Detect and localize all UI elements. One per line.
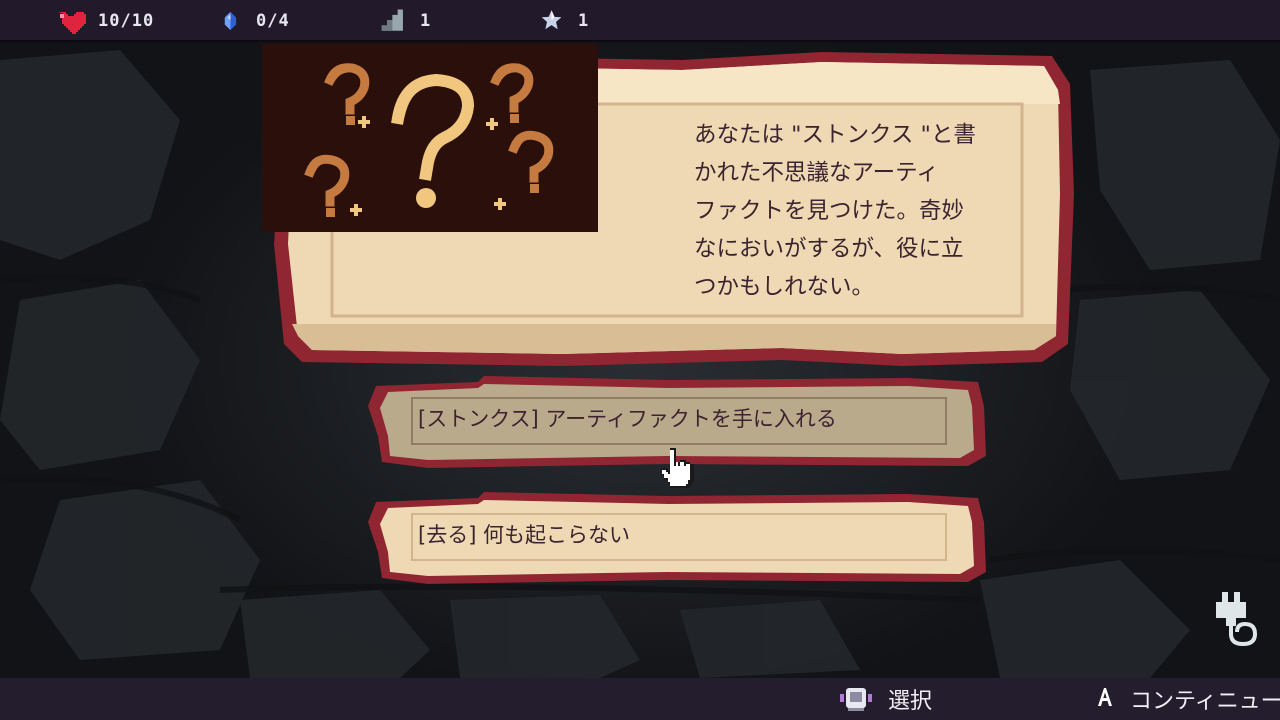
continue-label: コンティニュー <box>1130 689 1280 714</box>
star-icon <box>541 10 562 30</box>
stairs-icon <box>381 9 403 31</box>
hand-pointer-icon <box>662 448 694 488</box>
star-value: 1 <box>578 11 590 31</box>
heart-icon <box>58 12 86 34</box>
health-value: 10/10 <box>98 11 155 31</box>
bottom-hint-bar: 選択 コンティニュー <box>0 678 1280 720</box>
top-hud: 10/10 0/4 1 1 <box>0 0 1280 42</box>
crystal-icon <box>224 11 237 31</box>
crystal-value: 0/4 <box>256 11 290 31</box>
health-stat: 10/10 <box>54 6 154 36</box>
select-label: 選択 <box>888 689 933 714</box>
floor-stat: 1 <box>380 6 431 36</box>
dpad-icon <box>840 688 872 711</box>
choice-leave-label: [去る] 何も起こらない <box>418 523 631 547</box>
choice-take-artifact-label: [ストンクス] アーティファクトを手に入れる <box>418 407 837 431</box>
event-description: あなたは "ストンクス "と書 かれた不思議なアーティ ファクトを見つけた。奇妙… <box>694 122 976 300</box>
question-marks-icon <box>262 44 598 232</box>
event-panel: あなたは "ストンクス "と書 かれた不思議なアーティ ファクトを見つけた。奇妙… <box>262 44 1082 374</box>
floor-value: 1 <box>420 11 432 31</box>
choice-leave-button[interactable]: [去る] 何も起こらない <box>368 492 988 584</box>
crystal-stat: 0/4 <box>222 6 290 36</box>
star-stat: 1 <box>540 6 589 36</box>
select-hint: 選択 <box>838 682 932 716</box>
continue-hint[interactable]: コンティニュー <box>1094 682 1280 716</box>
a-button-icon <box>1098 688 1112 706</box>
plug-icon <box>1216 592 1258 647</box>
